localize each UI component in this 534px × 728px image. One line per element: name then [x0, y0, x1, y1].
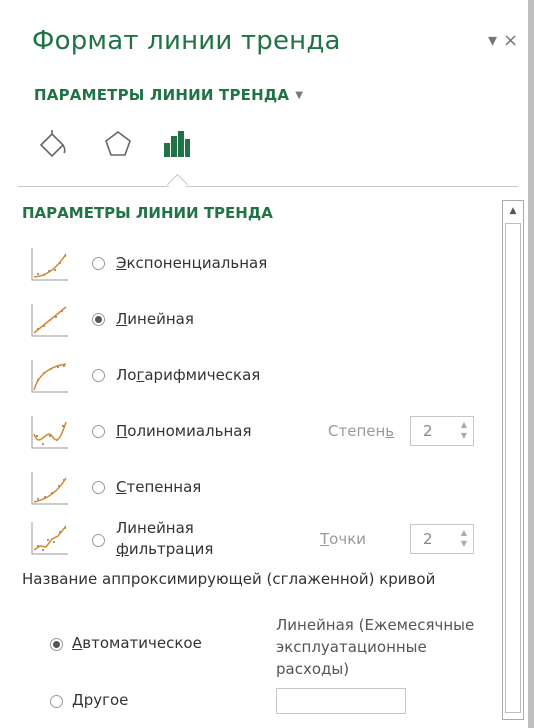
- options-dropdown[interactable]: ПАРАМЕТРЫ ЛИНИИ ТРЕНДА ▼: [34, 86, 303, 104]
- logarithmic-trend-icon: [31, 360, 68, 393]
- label-custom-text: ругое: [83, 691, 129, 709]
- points-label-accel: Т: [320, 530, 330, 548]
- degree-value: 2: [423, 422, 433, 440]
- label-automatic-text: втоматическое: [82, 634, 202, 652]
- label-custom-accel: Д: [72, 691, 84, 709]
- option-logarithmic[interactable]: Логарифмическая: [30, 358, 490, 398]
- points-stepper[interactable]: 2 ▲ ▼: [410, 524, 474, 554]
- tab-effects[interactable]: [96, 122, 140, 166]
- label-exponential-text: кспоненциальная: [126, 254, 268, 272]
- degree-label: Степень: [328, 422, 394, 440]
- vertical-scrollbar[interactable]: ▲: [502, 200, 524, 720]
- points-value: 2: [423, 530, 433, 548]
- options-scroll-area: ПАРАМЕТРЫ ЛИНИИ ТРЕНДА Экспоненциальная: [0, 190, 500, 728]
- label-polynomial: Полиномиальная: [116, 422, 252, 440]
- radio-linear[interactable]: [92, 313, 105, 326]
- label-logarithmic-text: арифмическая: [144, 366, 261, 384]
- label-custom-name: Другое: [72, 691, 128, 709]
- chevron-down-icon: ▼: [295, 90, 304, 101]
- label-power-accel: С: [116, 478, 127, 496]
- label-moving-average-line1: Линейная: [116, 519, 194, 537]
- option-polynomial[interactable]: Полиномиальная Степень 2 ▲ ▼: [30, 414, 490, 454]
- degree-stepper[interactable]: 2 ▲ ▼: [410, 416, 474, 446]
- radio-custom-name[interactable]: [50, 695, 63, 708]
- label-polynomial-text: олиномиальная: [127, 422, 252, 440]
- label-power: Степенная: [116, 478, 201, 496]
- format-trendline-pane: Формат линии тренда ▾ × ПАРАМЕТРЫ ЛИНИИ Т…: [0, 0, 534, 728]
- radio-exponential[interactable]: [92, 257, 105, 270]
- label-logarithmic-prefix: Ло: [116, 366, 137, 384]
- power-trend-icon: [31, 472, 68, 505]
- tab-divider: [18, 186, 518, 187]
- pane-title: Формат линии тренда: [32, 26, 341, 56]
- tab-fill-line[interactable]: [30, 122, 74, 166]
- label-automatic-name: Автоматическое: [72, 634, 202, 652]
- option-power[interactable]: Степенная: [30, 470, 490, 510]
- custom-name-input[interactable]: [276, 688, 406, 714]
- moving-average-trend-icon: [31, 522, 68, 555]
- fill-line-icon: [39, 130, 66, 158]
- label-linear-accel: Л: [116, 310, 128, 328]
- bar-chart-options-icon: [164, 131, 190, 157]
- option-exponential[interactable]: Экспоненциальная: [30, 246, 490, 286]
- close-icon[interactable]: ×: [503, 30, 518, 51]
- trendline-name-heading: Название аппроксимирующей (сглаженной) к…: [22, 570, 436, 588]
- exponential-trend-icon: [31, 248, 68, 281]
- radio-power[interactable]: [92, 481, 105, 494]
- label-moving-average: Линейная фильтрация: [116, 518, 236, 560]
- label-linear: Линейная: [116, 310, 194, 328]
- automatic-name-value: Линейная (Ежемесячные эксплуатационные р…: [276, 616, 475, 678]
- label-linear-text: инейная: [127, 310, 194, 328]
- scroll-thumb[interactable]: [505, 223, 521, 713]
- label-exponential-accel: Э: [116, 254, 127, 272]
- pane-right-border: [528, 0, 534, 728]
- radio-logarithmic[interactable]: [92, 369, 105, 382]
- radio-automatic-name[interactable]: [50, 638, 63, 651]
- points-label-text: очки: [329, 530, 367, 548]
- section-title: ПАРАМЕТРЫ ЛИНИИ ТРЕНДА: [22, 204, 273, 222]
- scroll-up-icon[interactable]: ▲: [503, 201, 523, 221]
- effects-pentagon-icon: [105, 131, 131, 156]
- label-logarithmic: Логарифмическая: [116, 366, 260, 384]
- degree-label-text: Степен: [328, 422, 386, 440]
- pane-options-dropdown-icon[interactable]: ▾: [488, 30, 497, 51]
- options-dropdown-label: ПАРАМЕТРЫ ЛИНИИ ТРЕНДА: [34, 86, 290, 104]
- degree-label-accel: ь: [385, 422, 395, 440]
- tab-trendline-options[interactable]: [154, 122, 198, 166]
- label-automatic-accel: А: [72, 634, 83, 652]
- label-moving-average-text: ильтрация: [128, 540, 214, 558]
- label-power-text: тепенная: [126, 478, 202, 496]
- label-polynomial-accel: П: [116, 422, 128, 440]
- points-label: Точки: [320, 530, 366, 548]
- polynomial-trend-icon: [31, 416, 68, 449]
- option-moving-average[interactable]: Линейная фильтрация Точки 2 ▲ ▼: [30, 518, 490, 560]
- label-exponential: Экспоненциальная: [116, 254, 267, 272]
- option-linear[interactable]: Линейная: [30, 302, 490, 342]
- linear-trend-icon: [31, 304, 68, 337]
- label-moving-average-accel: ф: [116, 540, 129, 558]
- radio-moving-average[interactable]: [92, 534, 105, 547]
- spin-arrows-icon[interactable]: ▲ ▼: [461, 527, 467, 549]
- pane-controls: ▾ ×: [488, 30, 524, 51]
- spin-arrows-icon[interactable]: ▲ ▼: [461, 419, 467, 441]
- radio-polynomial[interactable]: [92, 425, 105, 438]
